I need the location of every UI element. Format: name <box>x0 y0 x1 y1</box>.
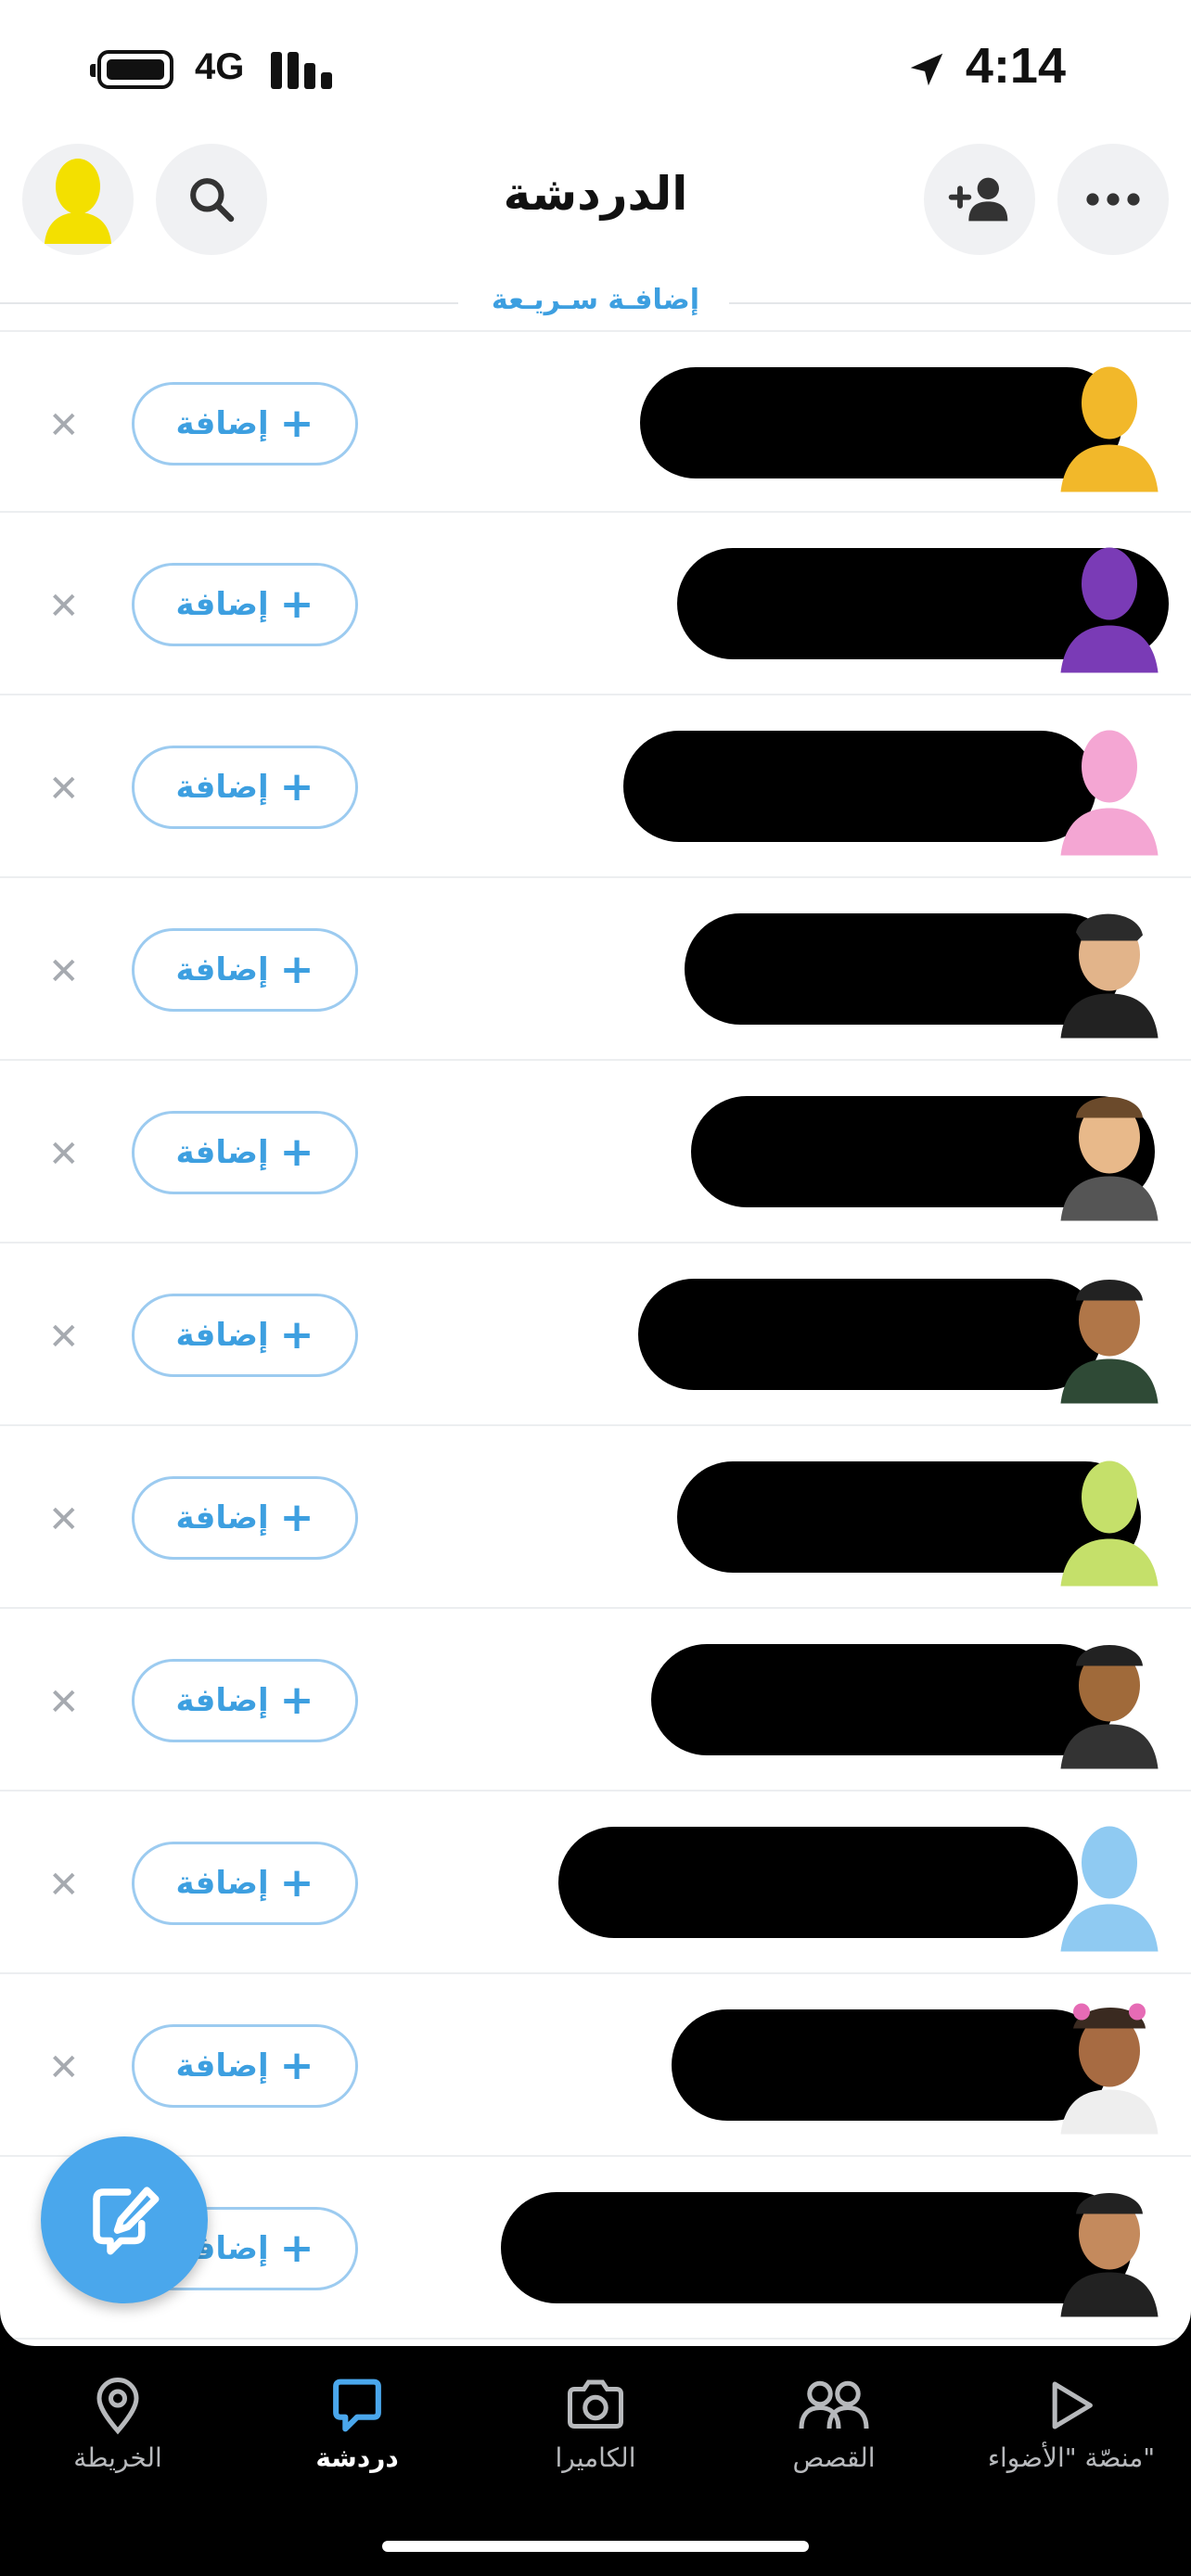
tab-spotlight[interactable]: منصّة "الأضواء" <box>965 2368 1178 2473</box>
avatar <box>1060 366 1159 492</box>
list-item[interactable]: ✕ إضافة + <box>0 513 1191 695</box>
more-icon <box>1086 193 1140 206</box>
more-options-button[interactable] <box>1057 144 1169 255</box>
add-button[interactable]: إضافة + <box>132 1842 358 1925</box>
avatar <box>1060 913 1159 1039</box>
home-indicator <box>382 2541 809 2552</box>
add-button[interactable]: إضافة + <box>132 2024 358 2108</box>
add-button[interactable]: إضافة + <box>132 1659 358 1742</box>
plus-icon: + <box>279 580 314 628</box>
list-item[interactable]: ✕ إضافة + <box>0 1974 1191 2157</box>
list-item[interactable]: ✕ إضافة + <box>0 1792 1191 1974</box>
add-button-label: إضافة <box>175 1865 269 1902</box>
quick-add-list: ✕ إضافة + ✕ إضافة + ✕ إضافة + ✕ إضافة + ✕ إض… <box>0 330 1191 2340</box>
plus-icon: + <box>279 1494 314 1541</box>
plus-icon: + <box>279 400 314 447</box>
plus-icon: + <box>279 1677 314 1724</box>
add-button[interactable]: إضافة + <box>132 1476 358 1560</box>
new-chat-button[interactable] <box>41 2136 208 2303</box>
list-item[interactable]: ✕ إضافة + <box>0 878 1191 1061</box>
camera-icon <box>568 2379 623 2429</box>
tab-map-label: الخريطة <box>73 2442 162 2473</box>
list-item[interactable]: ✕ إضافة + <box>0 1061 1191 1243</box>
list-item[interactable]: ✕ إضافة + <box>0 1243 1191 1426</box>
add-button[interactable]: إضافة + <box>132 928 358 1012</box>
dismiss-icon[interactable]: ✕ <box>48 1133 80 1176</box>
dismiss-icon[interactable]: ✕ <box>48 404 80 447</box>
spotlight-icon <box>1052 2381 1093 2429</box>
list-item[interactable]: ✕ إضافة + <box>0 1609 1191 1792</box>
add-button-label: إضافة <box>175 1682 269 1719</box>
dismiss-icon[interactable]: ✕ <box>48 1864 80 1906</box>
plus-icon: + <box>279 763 314 810</box>
status-time: 4:14 <box>965 38 1066 94</box>
list-item[interactable]: ✕ إضافة + <box>0 695 1191 878</box>
plus-icon: + <box>279 2225 314 2272</box>
plus-icon: + <box>279 1311 314 1358</box>
quick-add-header: إضافـة سـريـعة <box>0 284 1191 321</box>
add-button-label: إضافة <box>175 769 269 806</box>
avatar <box>1060 1097 1159 1221</box>
add-button-label: إضافة <box>175 405 269 442</box>
tab-stories[interactable]: القصص <box>727 2368 941 2473</box>
add-button-label: إضافة <box>175 951 269 988</box>
tab-chat-label: دردشة <box>315 2442 399 2473</box>
add-button[interactable]: إضافة + <box>132 746 358 829</box>
avatar <box>1060 1826 1159 1952</box>
tab-spotlight-label: منصّة "الأضواء" <box>987 2442 1156 2473</box>
avatar <box>1060 1460 1159 1587</box>
add-button[interactable]: إضافة + <box>132 1294 358 1377</box>
add-button-label: إضافة <box>175 1317 269 1354</box>
avatar <box>1060 1280 1159 1404</box>
redacted-name <box>558 1827 1078 1938</box>
status-bar: 4G 4:14 <box>0 0 1191 139</box>
dismiss-icon[interactable]: ✕ <box>48 2047 80 2089</box>
plus-icon: + <box>279 946 314 993</box>
location-arrow-icon <box>910 53 943 86</box>
add-friend-button[interactable] <box>924 144 1035 255</box>
avatar <box>1060 547 1159 673</box>
add-button-label: إضافة <box>175 2047 269 2085</box>
signal-icon <box>271 50 336 89</box>
tab-camera[interactable]: الكاميرا <box>489 2368 702 2473</box>
dismiss-icon[interactable]: ✕ <box>48 1498 80 1541</box>
add-friend-icon <box>948 177 1008 222</box>
add-button-label: إضافة <box>175 586 269 623</box>
add-button-label: إضافة <box>175 1134 269 1171</box>
battery-icon <box>90 50 173 89</box>
avatar <box>1060 2193 1159 2317</box>
tab-stories-label: القصص <box>792 2442 876 2473</box>
dismiss-icon[interactable]: ✕ <box>48 1681 80 1724</box>
tab-map[interactable]: الخريطة <box>11 2368 224 2473</box>
plus-icon: + <box>279 1129 314 1176</box>
dismiss-icon[interactable]: ✕ <box>48 950 80 993</box>
dismiss-icon[interactable]: ✕ <box>48 585 80 628</box>
tab-camera-label: الكاميرا <box>555 2442 636 2473</box>
avatar <box>1060 730 1159 856</box>
dismiss-icon[interactable]: ✕ <box>48 768 80 810</box>
chat-icon <box>333 2378 381 2432</box>
add-button[interactable]: إضافة + <box>132 563 358 646</box>
quick-add-label: إضافـة سـريـعة <box>491 284 700 316</box>
compose-chat-icon <box>93 2187 160 2255</box>
stories-icon <box>799 2380 869 2429</box>
avatar <box>1060 2003 1159 2135</box>
avatar <box>1060 1645 1159 1769</box>
add-button[interactable]: إضافة + <box>132 382 358 465</box>
network-type: 4G <box>195 46 245 87</box>
add-button[interactable]: إضافة + <box>132 1111 358 1194</box>
add-button-label: إضافة <box>175 1499 269 1537</box>
map-pin-icon <box>96 2378 139 2435</box>
plus-icon: + <box>279 2042 314 2089</box>
dismiss-icon[interactable]: ✕ <box>48 1316 80 1358</box>
list-item[interactable]: ✕ إضافة + <box>0 1426 1191 1609</box>
list-item[interactable]: ✕ إضافة + <box>0 330 1191 513</box>
plus-icon: + <box>279 1859 314 1906</box>
tab-chat[interactable]: دردشة <box>250 2368 464 2473</box>
chat-screen: 4G 4:14 الدردشة إضافـة سـريـعة ✕ إضافة +… <box>0 0 1191 2346</box>
